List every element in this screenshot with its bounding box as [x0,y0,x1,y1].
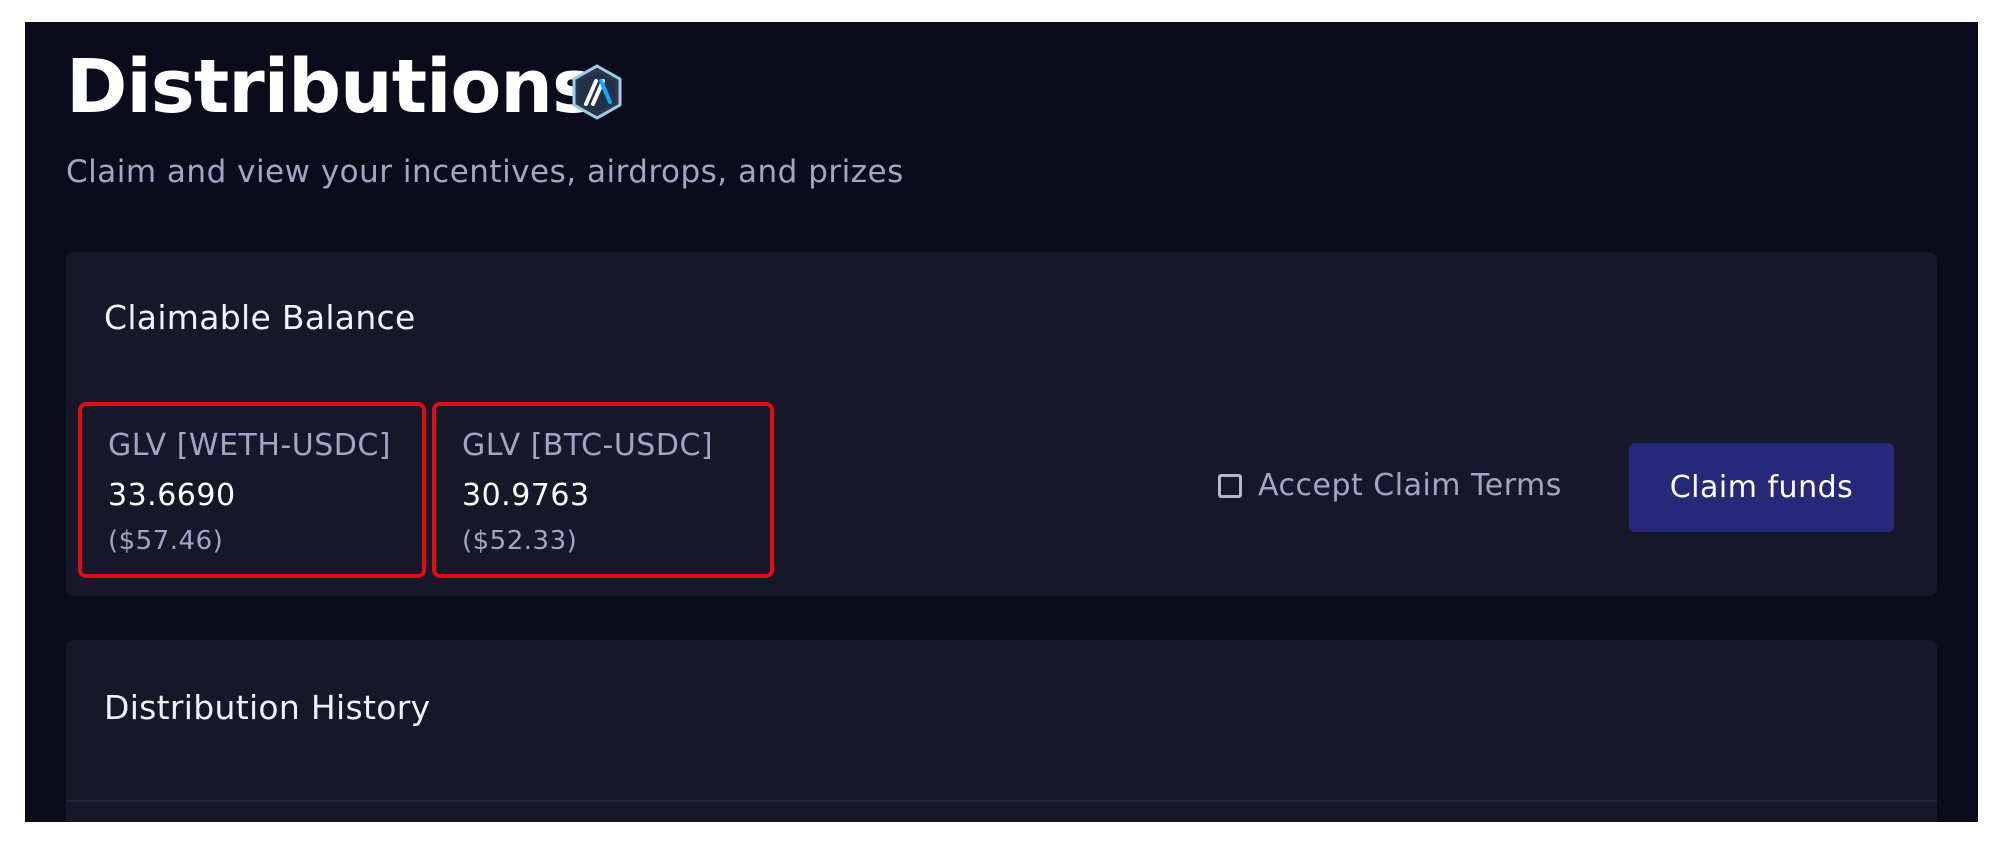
token-balance-weth-usdc: GLV [WETH-USDC] 33.6690 ($57.46) [78,402,426,578]
token-usd-value: ($57.46) [108,526,224,556]
token-balance-btc-usdc: GLV [BTC-USDC] 30.9763 ($52.33) [432,402,774,578]
page-subtitle: Claim and view your incentives, airdrops… [66,154,904,190]
token-name: GLV [BTC-USDC] [462,428,714,463]
claimable-balance-panel: Claimable Balance GLV [WETH-USDC] 33.669… [66,252,1937,596]
distribution-history-title: Distribution History [104,688,431,727]
token-amount: 30.9763 [462,478,590,513]
arbitrum-icon [572,64,622,120]
divider [66,800,1937,802]
accept-claim-terms[interactable]: Accept Claim Terms [1218,468,1562,503]
page-title: Distributions [66,44,596,130]
distributions-page: Distributions Claim and view your incent… [25,22,1978,822]
claim-funds-button[interactable]: Claim funds [1629,443,1894,532]
accept-terms-label[interactable]: Accept Claim Terms [1258,468,1562,503]
accept-terms-checkbox[interactable] [1218,473,1242,498]
claimable-balance-title: Claimable Balance [104,298,416,337]
distribution-history-panel: Distribution History [66,640,1937,822]
token-usd-value: ($52.33) [462,526,578,556]
token-amount: 33.6690 [108,478,236,513]
token-name: GLV [WETH-USDC] [108,428,392,463]
